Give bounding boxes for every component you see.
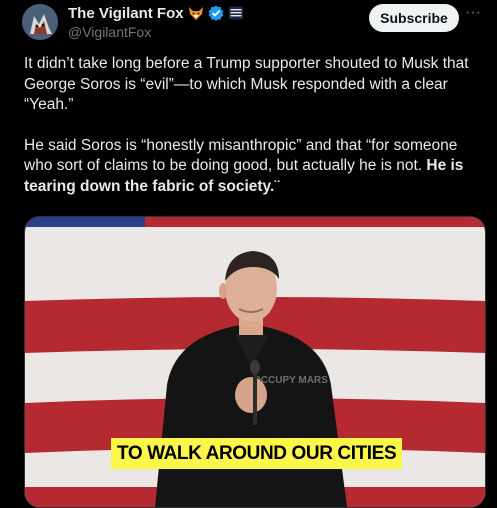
subscribe-button[interactable]: Subscribe bbox=[369, 4, 459, 32]
display-name-row: The Vigilant Fox bbox=[68, 4, 244, 22]
fox-avatar-icon bbox=[22, 4, 58, 40]
tweet-header: The Vigilant Fox @VigilantFox Subscribe … bbox=[0, 0, 497, 48]
tweet-text: It didn’t take long before a Trump suppo… bbox=[24, 54, 486, 197]
tweet-paragraph-2: He said Soros is “honestly misanthropic”… bbox=[24, 136, 486, 198]
author-display-name[interactable]: The Vigilant Fox bbox=[68, 5, 184, 22]
shirt-print: OCCUPY MARS bbox=[253, 375, 328, 386]
flag-canton bbox=[25, 217, 145, 227]
author-handle[interactable]: @VigilantFox bbox=[68, 24, 244, 40]
fox-emoji-icon bbox=[188, 5, 204, 21]
tweet-paragraph-2-end: .¨ bbox=[270, 177, 280, 195]
author-names: The Vigilant Fox @VigilantFox bbox=[68, 4, 244, 40]
video-caption: TO WALK AROUND OUR CITIES bbox=[111, 438, 403, 469]
microphone bbox=[253, 367, 257, 425]
verified-badge-icon[interactable] bbox=[208, 5, 224, 21]
tweet-paragraph-2-text: He said Soros is “honestly misanthropic”… bbox=[24, 136, 458, 175]
author-avatar[interactable] bbox=[22, 4, 58, 40]
more-options-icon[interactable]: ··· bbox=[462, 5, 484, 26]
affiliate-flag-icon[interactable] bbox=[228, 5, 244, 21]
video-media[interactable]: OCCUPY MARS TO WALK AROUND OUR CITIES bbox=[24, 216, 486, 508]
tweet-paragraph-1: It didn’t take long before a Trump suppo… bbox=[24, 55, 469, 113]
